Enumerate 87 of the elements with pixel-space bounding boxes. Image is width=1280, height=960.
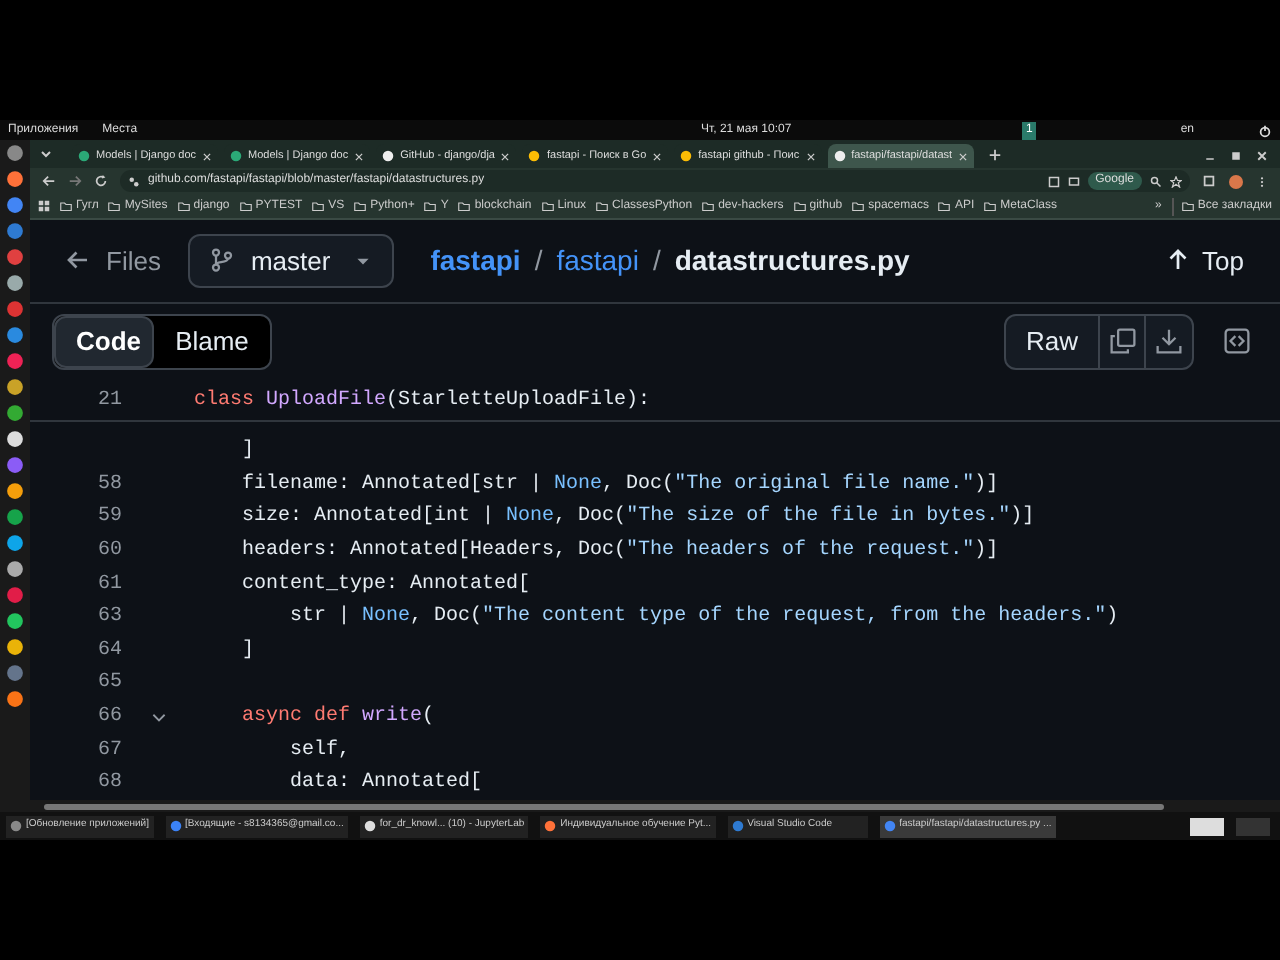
app-icon <box>169 820 181 832</box>
breadcrumb-link[interactable]: fastapi <box>430 239 521 282</box>
back-arrow-icon <box>66 248 90 273</box>
breadcrumb-link[interactable]: fastapi <box>556 239 639 282</box>
view-tab[interactable]: Code <box>54 315 154 368</box>
folder-icon <box>702 200 715 212</box>
line-number: 60 <box>95 538 122 567</box>
line-number: 21 <box>95 387 122 416</box>
favicon-icon <box>78 150 90 162</box>
code-line: data: Annotated[ <box>288 769 483 799</box>
reload-icon[interactable] <box>94 174 108 188</box>
code-line: self, <box>288 737 351 766</box>
code-line: async def write( <box>240 703 435 733</box>
line-number: 68 <box>95 770 122 799</box>
new-tab-icon[interactable] <box>988 148 1003 162</box>
app-icon <box>883 820 896 832</box>
line-number: 59 <box>95 504 122 533</box>
code-line: class UploadFile(StarletteUploadFile): <box>194 387 651 416</box>
maximize-icon[interactable] <box>1230 150 1242 162</box>
folder-icon <box>177 200 190 212</box>
folder-icon <box>852 200 865 212</box>
app-icon <box>731 820 744 832</box>
close-icon[interactable] <box>958 151 969 161</box>
folder-icon <box>424 200 437 212</box>
profile-avatar-icon[interactable] <box>1228 173 1244 189</box>
path-separator: / <box>534 241 543 280</box>
line-number: 61 <box>95 571 122 600</box>
back-icon[interactable] <box>42 174 56 188</box>
line-number: 64 <box>95 637 122 666</box>
close-icon[interactable] <box>1256 150 1268 162</box>
folder-icon <box>793 200 806 212</box>
forward-icon[interactable] <box>68 174 82 188</box>
code-line: filename: Annotated[str | None, Doc("The original file name.")] <box>240 471 999 500</box>
code-line: str | None, Doc("The content type of the request, from the headers.") <box>288 603 1119 633</box>
folder-icon <box>354 200 367 212</box>
close-icon[interactable] <box>652 151 663 161</box>
folder-icon <box>596 200 609 212</box>
favicon-icon <box>230 150 243 162</box>
view-tab[interactable]: Blame <box>154 315 270 368</box>
scrollbar-thumb[interactable] <box>44 803 1164 809</box>
favicon-icon <box>680 150 693 162</box>
favicon-icon <box>528 150 541 162</box>
close-icon[interactable] <box>500 151 511 161</box>
folder-icon <box>108 200 121 212</box>
tab-list-icon[interactable] <box>38 146 54 162</box>
favicon-icon <box>833 150 846 162</box>
line-number: 66 <box>95 704 122 733</box>
code-line: headers: Annotated[Headers, Doc("The headers of the request.")] <box>240 537 999 567</box>
branch-icon <box>210 248 235 273</box>
workspace-switcher[interactable] <box>1190 817 1224 835</box>
code-line: content_type: Annotated[ <box>240 571 531 600</box>
close-icon[interactable] <box>805 151 816 161</box>
copy-icon <box>1109 328 1135 355</box>
app-icon <box>10 820 22 832</box>
file-name: datastructures.py <box>674 241 910 280</box>
zoom-icon[interactable] <box>1150 175 1162 187</box>
folder-icon <box>938 200 951 212</box>
path-separator: / <box>652 241 661 280</box>
close-icon[interactable] <box>202 151 213 161</box>
branch-selector[interactable]: master <box>188 233 395 288</box>
code-line: ] <box>240 437 255 467</box>
files-link[interactable]: Files <box>66 241 161 281</box>
apps-grid-icon[interactable] <box>38 200 50 212</box>
favicon-icon <box>382 150 395 162</box>
code-brackets-icon <box>1223 328 1249 355</box>
line-number: 65 <box>95 670 122 699</box>
folder-icon <box>60 200 72 212</box>
top-link[interactable]: Top <box>1166 241 1244 281</box>
folder-icon <box>312 200 325 212</box>
code-line: size: Annotated[int | None, Doc("The size of the file in bytes.")] <box>240 503 1035 533</box>
up-arrow-icon <box>1166 248 1191 273</box>
line-number: 58 <box>95 471 122 500</box>
workspace-switcher[interactable] <box>1236 817 1270 835</box>
power-icon[interactable] <box>1258 123 1272 137</box>
app-icon <box>544 820 557 832</box>
line-number: 63 <box>95 604 122 633</box>
app-icon <box>363 820 376 832</box>
close-icon[interactable] <box>354 151 365 161</box>
folder-icon <box>984 200 997 212</box>
folder-icon <box>541 200 554 212</box>
line-number: 67 <box>95 737 122 766</box>
bookmark-star-icon[interactable] <box>1170 175 1182 187</box>
folder-icon <box>1181 200 1194 212</box>
folder-icon <box>458 200 471 212</box>
download-icon <box>1156 328 1182 355</box>
folder-icon <box>239 200 252 212</box>
code-line: ] <box>240 637 255 666</box>
